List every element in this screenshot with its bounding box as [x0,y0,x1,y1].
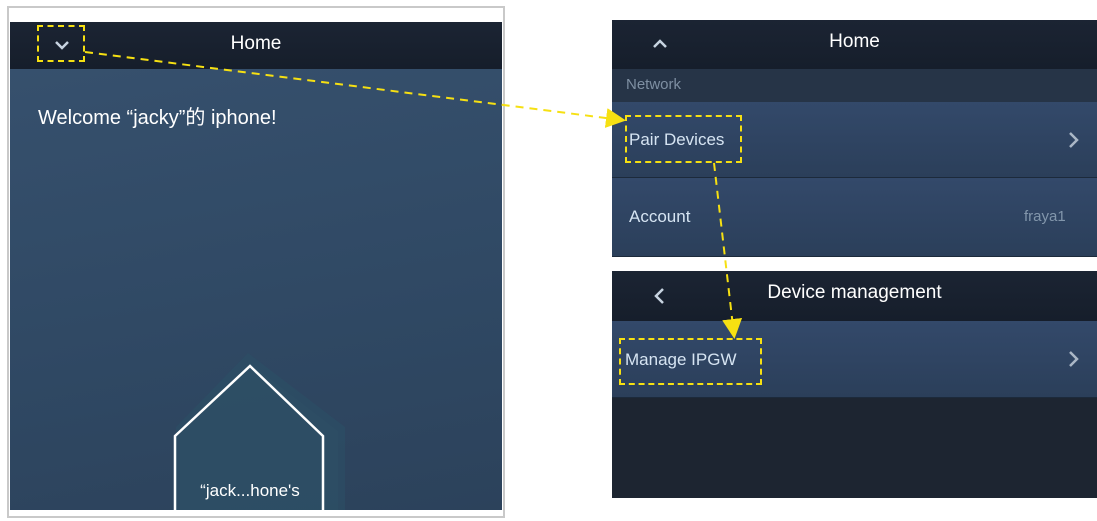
arrow-to-manage-ipgw [713,162,743,339]
annotation-arrows [84,51,743,339]
arrow-to-pair-devices [84,51,626,128]
